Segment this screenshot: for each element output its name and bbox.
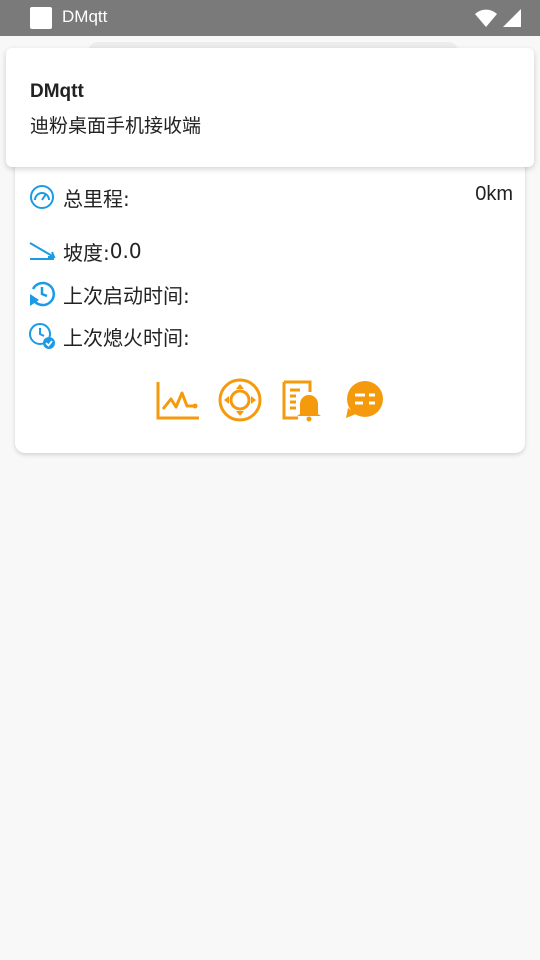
shutdown-time-icon xyxy=(27,321,57,351)
odometer-label: 总里程: xyxy=(63,186,130,211)
signal-icon xyxy=(503,9,521,27)
last-shutdown-label: 上次熄火时间: xyxy=(63,325,190,350)
odometer-value: 0km xyxy=(475,183,513,205)
direction-icon xyxy=(218,378,262,422)
speedometer-icon xyxy=(27,182,57,212)
slope-icon xyxy=(27,236,57,266)
action-bar xyxy=(155,376,387,424)
last-start-row: 上次启动时间: xyxy=(27,279,190,309)
slope-value: 0.0 xyxy=(109,239,142,263)
last-start-label: 上次启动时间: xyxy=(63,283,190,308)
chart-icon xyxy=(156,382,199,420)
heads-up-notification[interactable]: DMqtt 迪粉桌面手机接收端 xyxy=(6,48,534,167)
notification-title: DMqtt xyxy=(30,81,84,102)
notification-text: 迪粉桌面手机接收端 xyxy=(30,115,202,137)
last-shutdown-row: 上次熄火时间: xyxy=(27,321,190,351)
vehicle-info-card: 总里程: 0km 坡度: 0.0 上次启动时间: 上次熄火时间: xyxy=(15,160,525,453)
slope-label: 坡度: xyxy=(63,240,110,265)
wifi-icon xyxy=(475,9,497,27)
message-icon xyxy=(346,381,383,418)
status-bar: DMqtt xyxy=(0,0,540,36)
odometer-row: 总里程: xyxy=(27,182,130,212)
notice-icon xyxy=(282,380,321,422)
status-bar-title: DMqtt xyxy=(62,7,108,26)
chart-button[interactable] xyxy=(155,376,201,424)
notice-button[interactable] xyxy=(279,376,325,424)
app-notification-icon xyxy=(30,7,52,29)
slope-row: 坡度: 0.0 xyxy=(27,236,142,266)
start-time-icon xyxy=(27,279,57,309)
direction-button[interactable] xyxy=(217,376,263,424)
message-button[interactable] xyxy=(341,376,387,424)
